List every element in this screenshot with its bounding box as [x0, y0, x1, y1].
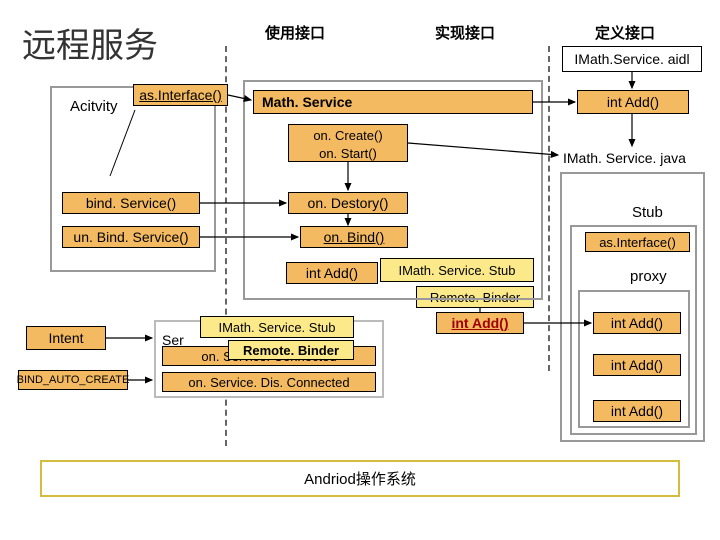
- mathservice-box: Math. Service: [253, 90, 533, 114]
- asinterface2: as.Interface(): [585, 232, 690, 252]
- bindautocreate-box: BIND_AUTO_CREATE: [18, 370, 128, 390]
- stub-label: Stub: [632, 204, 663, 221]
- intadd-def: int Add(): [577, 90, 689, 114]
- onbind-text: on. Bind(): [324, 229, 385, 245]
- onservicedisconnected: on. Service. Dis. Connected: [162, 372, 376, 392]
- divider-2: [548, 46, 550, 371]
- java-label: IMath. Service. java: [563, 150, 686, 166]
- intadd-red-text: int Add(): [451, 315, 508, 331]
- bindservice-box: bind. Service(): [62, 192, 200, 214]
- header-def: 定义接口: [580, 22, 670, 43]
- lifecycle-create-start: on. Create() on. Start(): [288, 124, 408, 162]
- onstart: on. Start(): [289, 145, 407, 163]
- remotebinder-box: Remote. Binder: [416, 286, 534, 308]
- onbind-box: on. Bind(): [300, 226, 408, 248]
- activity-label: Acitvity: [70, 98, 118, 115]
- aidl-box: IMath.Service. aidl: [562, 46, 702, 72]
- stubclass-box: IMath. Service. Stub: [380, 258, 534, 282]
- ondestroy-box: on. Destory(): [288, 192, 408, 214]
- intadd-red: int Add(): [436, 312, 524, 334]
- unbindservice-box: un. Bind. Service(): [62, 226, 200, 248]
- asinterface-text: as.Interface(): [139, 87, 221, 103]
- intadd-r2: int Add(): [593, 354, 681, 376]
- header-use: 使用接口: [250, 22, 340, 43]
- stubclass-inner: IMath. Service. Stub: [200, 316, 354, 338]
- remotebinder-inner: Remote. Binder: [228, 340, 354, 360]
- page-title: 远程服务: [22, 18, 158, 67]
- footer-os: Andriod操作系统: [40, 460, 680, 497]
- proxy-label: proxy: [630, 268, 667, 285]
- intadd-r3: int Add(): [593, 400, 681, 422]
- intent-box: Intent: [26, 326, 106, 350]
- intadd-r1: int Add(): [593, 312, 681, 334]
- oncreate: on. Create(): [289, 127, 407, 145]
- intadd-impl: int Add(): [286, 262, 378, 284]
- asinterface-box: as.Interface(): [133, 84, 228, 106]
- header-impl: 实现接口: [420, 22, 510, 43]
